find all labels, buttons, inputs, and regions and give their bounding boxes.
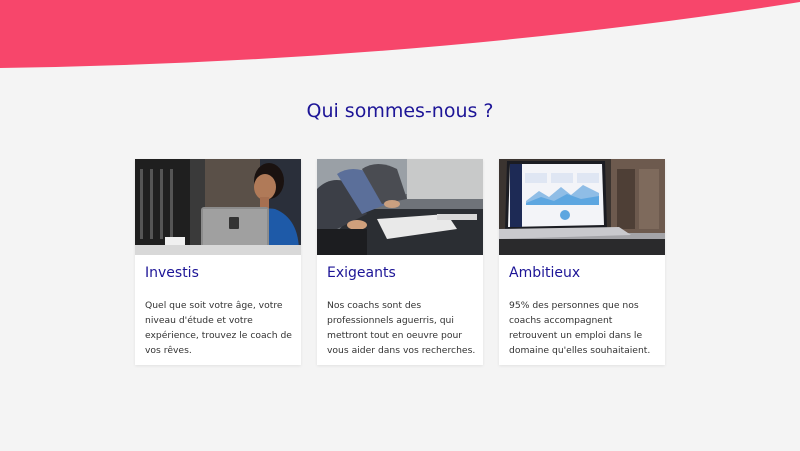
card-title: Ambitieux: [509, 265, 581, 281]
card-exigeants: Exigeants Nos coachs sont des profession…: [317, 159, 483, 365]
section-title: Qui sommes-nous ?: [306, 100, 494, 122]
team-meeting-at-table-photo: [317, 159, 483, 255]
card-ambitieux: Ambitieux 95% des personnes que nos coac…: [499, 159, 665, 365]
card-title: Investis: [145, 265, 199, 281]
card-text: Quel que soit votre âge, votre niveau d'…: [145, 300, 292, 356]
laptop-dashboard-photo: [499, 159, 665, 255]
page: Qui sommes-nous ? Investis Quel que soit…: [0, 0, 800, 451]
top-wave-decoration: [0, 0, 800, 68]
card-text: Nos coachs sont des professionnels aguer…: [327, 300, 476, 356]
card-investis: Investis Quel que soit votre âge, votre …: [135, 159, 301, 365]
card-title: Exigeants: [327, 265, 396, 281]
smiling-woman-with-laptop-photo: [135, 159, 301, 255]
card-text: 95% des personnes que nos coachs accompa…: [509, 300, 651, 356]
